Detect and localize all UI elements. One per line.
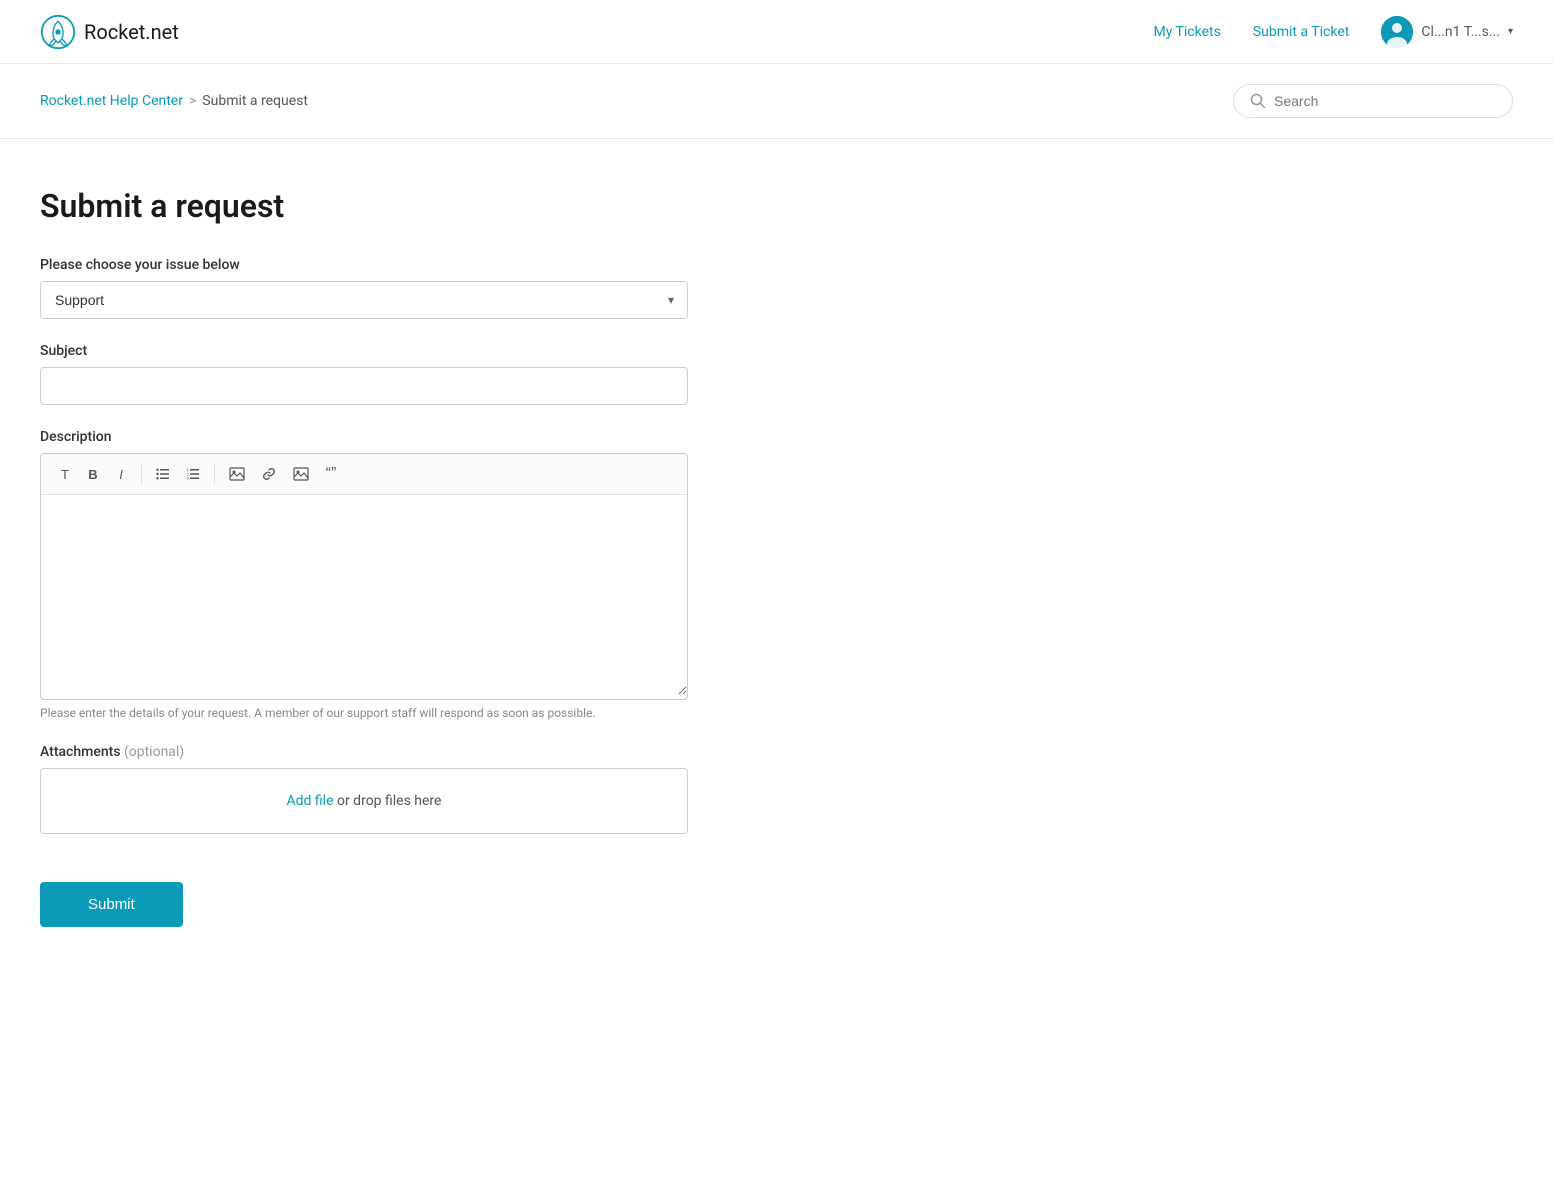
attachments-dropzone[interactable]: Add file or drop files here xyxy=(40,768,688,834)
rocket-logo-icon xyxy=(40,14,76,50)
attachments-label: Attachments (optional) xyxy=(40,744,720,760)
nav-area: My Tickets Submit a Ticket Cl...n1 T...s… xyxy=(1154,16,1514,48)
avatar-icon xyxy=(1381,16,1413,48)
my-tickets-link[interactable]: My Tickets xyxy=(1154,24,1221,40)
logo-text: Rocket.net xyxy=(84,20,179,44)
avatar xyxy=(1381,16,1413,48)
toolbar-ul-btn[interactable] xyxy=(150,462,176,486)
description-hint: Please enter the details of your request… xyxy=(40,706,688,720)
description-editor: T B I xyxy=(40,453,688,700)
page-title: Submit a request xyxy=(40,187,720,225)
toolbar-text-btn[interactable]: T xyxy=(53,462,77,486)
toolbar-link-btn[interactable] xyxy=(255,462,283,486)
chevron-down-icon: ▾ xyxy=(1508,26,1513,37)
description-label: Description xyxy=(40,429,720,445)
issue-type-select[interactable]: Support Billing Technical Other xyxy=(40,281,688,319)
breadcrumb-current: Submit a request xyxy=(202,93,308,109)
toolbar-bold-btn[interactable]: B xyxy=(81,462,105,486)
subject-group: Subject xyxy=(40,343,720,405)
description-group: Description T B I xyxy=(40,429,720,720)
link-icon xyxy=(261,466,277,482)
subject-input[interactable] xyxy=(40,367,688,405)
search-icon xyxy=(1250,93,1266,109)
breadcrumb-separator: > xyxy=(189,93,196,109)
header: Rocket.net My Tickets Submit a Ticket Cl… xyxy=(0,0,1553,64)
toolbar-quote-btn[interactable]: “” xyxy=(319,462,343,486)
description-textarea[interactable] xyxy=(41,495,687,695)
breadcrumb: Rocket.net Help Center > Submit a reques… xyxy=(40,93,308,109)
subject-label: Subject xyxy=(40,343,720,359)
user-name: Cl...n1 T...s... xyxy=(1421,24,1500,40)
drop-files-label: or drop files here xyxy=(337,793,441,809)
submit-ticket-link[interactable]: Submit a Ticket xyxy=(1253,24,1350,40)
toolbar-italic-btn[interactable]: I xyxy=(109,462,133,486)
svg-text:3.: 3. xyxy=(187,476,190,481)
toolbar-ol-btn[interactable]: 1. 2. 3. xyxy=(180,462,206,486)
submit-button[interactable]: Submit xyxy=(40,882,183,927)
toolbar-inline-image-btn[interactable] xyxy=(287,462,315,486)
attachments-group: Attachments (optional) Add file or drop … xyxy=(40,744,720,834)
toolbar-image-url-btn[interactable] xyxy=(223,462,251,486)
search-input[interactable] xyxy=(1274,93,1496,109)
logo[interactable]: Rocket.net xyxy=(40,14,179,50)
toolbar-separator-1 xyxy=(141,464,142,484)
sub-header: Rocket.net Help Center > Submit a reques… xyxy=(0,64,1553,139)
issue-type-wrapper: Support Billing Technical Other xyxy=(40,281,688,319)
issue-type-label: Please choose your issue below xyxy=(40,257,720,273)
editor-toolbar: T B I xyxy=(41,454,687,495)
ordered-list-icon: 1. 2. 3. xyxy=(186,467,200,481)
main-content: Submit a request Please choose your issu… xyxy=(0,139,760,975)
add-file-link[interactable]: Add file xyxy=(287,793,334,809)
inline-image-icon xyxy=(293,466,309,482)
toolbar-separator-2 xyxy=(214,464,215,484)
search-box[interactable] xyxy=(1233,84,1513,118)
image-url-icon xyxy=(229,466,245,482)
unordered-list-icon xyxy=(156,467,170,481)
breadcrumb-home[interactable]: Rocket.net Help Center xyxy=(40,93,183,109)
issue-type-group: Please choose your issue below Support B… xyxy=(40,257,720,319)
user-menu[interactable]: Cl...n1 T...s... ▾ xyxy=(1381,16,1513,48)
